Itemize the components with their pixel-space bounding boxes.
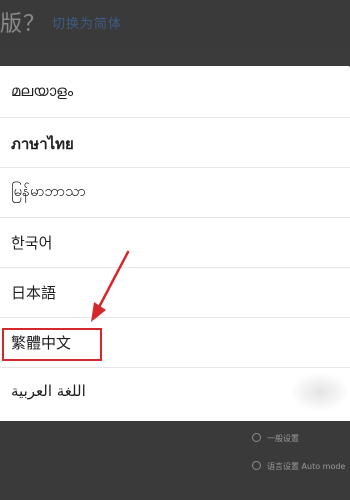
background-option-1: 一般设置 [252,433,299,444]
background-option-2: 语言设置 Auto mode [252,461,345,472]
language-label: 繁體中文 [11,334,72,352]
background-option-1-label: 一般设置 [267,434,299,443]
background-header: 版？ 切换为简体 [0,0,350,48]
language-label: اللغة العربية [11,382,86,400]
language-option-korean[interactable]: 한국어 [0,218,350,268]
background-title-text: 版？ [0,12,47,37]
language-label: မြန်မာဘာသာ [11,182,86,200]
watermark [290,372,350,412]
language-dialog: മലയാളം ภาษาไทย မြန်မာဘာသာ 한국어 日本語 繁體中文 ا… [0,66,350,421]
language-option-burmese[interactable]: မြန်မာဘာသာ [0,168,350,218]
background-title-link: 切换为简体 [52,17,123,32]
background-option-2-label: 语言设置 Auto mode [267,462,346,471]
language-option-malayalam[interactable]: മലയാളം [0,68,350,118]
radio-icon [252,433,261,442]
radio-icon [252,461,261,470]
language-option-japanese[interactable]: 日本語 [0,268,350,318]
language-label: മലയാളം [11,82,74,100]
language-label: 日本語 [11,284,57,302]
background-footer: 一般设置 语言设置 Auto mode [0,421,350,500]
language-label: ภาษาไทย [11,135,74,153]
language-option-traditional-chinese[interactable]: 繁體中文 [0,318,350,368]
language-option-thai[interactable]: ภาษาไทย [0,118,350,168]
background-title: 版？ 切换为简体 [0,6,122,38]
language-label: 한국어 [11,234,53,252]
